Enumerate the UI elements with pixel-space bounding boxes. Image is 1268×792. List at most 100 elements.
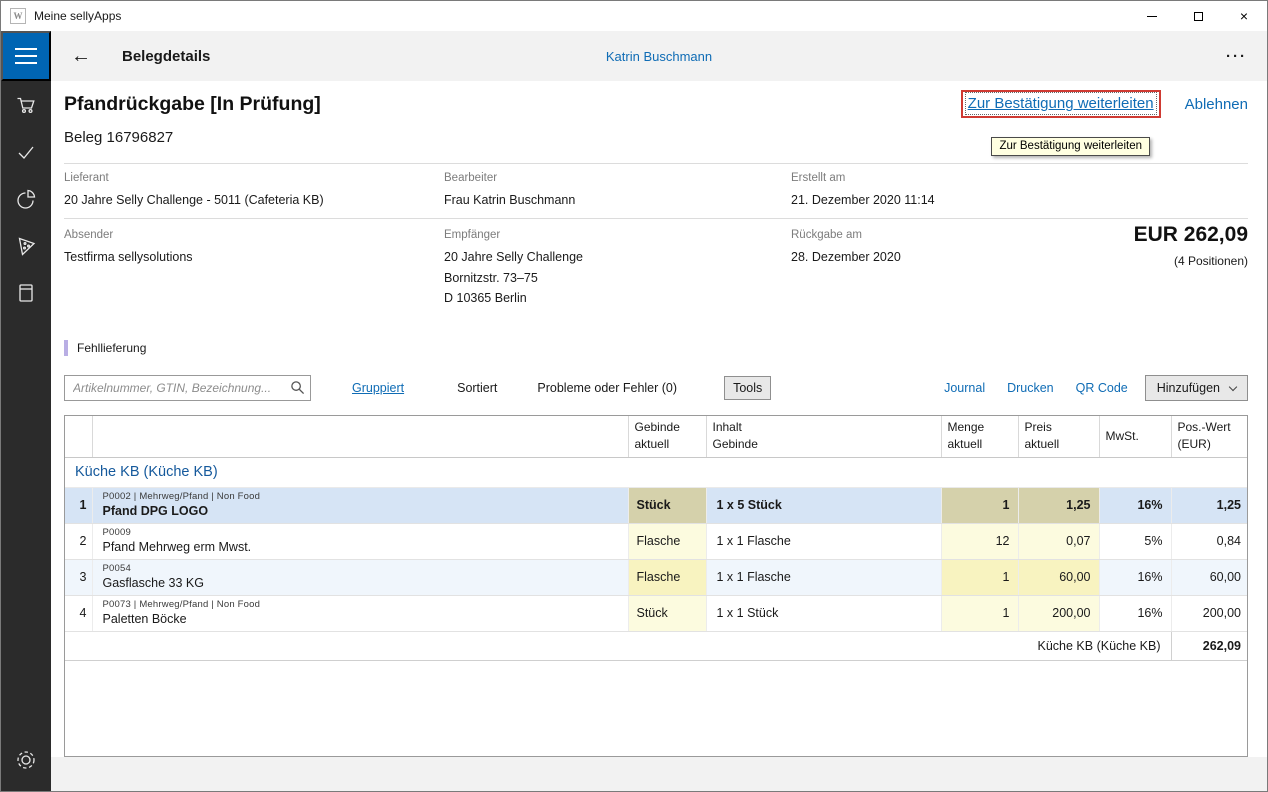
grouped-toggle[interactable]: Gruppiert bbox=[352, 381, 404, 395]
highlight-red-box: Zur Bestätigung weiterleiten bbox=[961, 90, 1161, 118]
gebinde-cell[interactable]: Stück bbox=[628, 595, 706, 631]
problems-filter[interactable]: Probleme oder Fehler (0) bbox=[537, 381, 677, 395]
field-value: Frau Katrin Buschmann bbox=[444, 190, 791, 211]
main-area: ← Belegdetails Katrin Buschmann ··· Pfan… bbox=[51, 31, 1267, 792]
col-article[interactable] bbox=[92, 416, 628, 457]
sorted-toggle[interactable]: Sortiert bbox=[457, 381, 497, 395]
gebinde-cell[interactable]: Flasche bbox=[628, 559, 706, 595]
mwst-cell: 16% bbox=[1099, 487, 1171, 523]
search-box bbox=[64, 375, 311, 401]
journal-link[interactable]: Journal bbox=[944, 381, 985, 395]
preis-cell[interactable]: 60,00 bbox=[1018, 559, 1099, 595]
user-link[interactable]: Katrin Buschmann bbox=[606, 49, 712, 64]
menge-cell[interactable]: 12 bbox=[941, 523, 1018, 559]
col-pos-wert[interactable]: Pos.-Wert (EUR) bbox=[1171, 416, 1248, 457]
settings-button[interactable] bbox=[1, 738, 51, 785]
group-total-value: 262,09 bbox=[1171, 631, 1248, 660]
back-button[interactable]: ← bbox=[71, 46, 91, 66]
bottom-strip bbox=[51, 757, 1267, 792]
tag-row: Fehllieferung bbox=[64, 339, 1248, 357]
pos-wert-cell: 60,00 bbox=[1171, 559, 1248, 595]
hamburger-menu-button[interactable] bbox=[1, 31, 51, 81]
field-value: 21. Dezember 2020 11:14 bbox=[791, 190, 1248, 211]
search-input[interactable] bbox=[64, 375, 311, 401]
mwst-cell: 5% bbox=[1099, 523, 1171, 559]
reject-link[interactable]: Ablehnen bbox=[1185, 96, 1248, 113]
group-total-row: Küche KB (Küche KB) 262,09 bbox=[65, 631, 1248, 660]
col-preis[interactable]: Preis aktuell bbox=[1018, 416, 1099, 457]
article-name: Pfand Mehrweg erm Mwst. bbox=[103, 540, 622, 554]
total-amount: EUR 262,09 bbox=[1134, 223, 1248, 247]
sidebar-item-reports[interactable] bbox=[1, 177, 51, 224]
book-icon bbox=[15, 282, 37, 307]
col-mwst[interactable]: MwSt. bbox=[1099, 416, 1171, 457]
preis-cell[interactable]: 1,25 bbox=[1018, 487, 1099, 523]
article-name: Pfand DPG LOGO bbox=[103, 504, 622, 518]
print-link[interactable]: Drucken bbox=[1007, 381, 1054, 395]
more-options-button[interactable]: ··· bbox=[1226, 48, 1247, 65]
content: Pfandrückgabe [In Prüfung] Beleg 1679682… bbox=[51, 81, 1267, 757]
app-window: W Meine sellyApps × bbox=[0, 0, 1268, 792]
window-title: Meine sellyApps bbox=[34, 9, 121, 23]
field-empfaenger: Empfänger 20 Jahre Selly Challenge Borni… bbox=[444, 229, 791, 331]
pizza-icon bbox=[15, 235, 37, 260]
sidebar-item-check[interactable] bbox=[1, 130, 51, 177]
field-absender: Absender Testfirma sellysolutions bbox=[64, 229, 444, 331]
pos-wert-cell: 1,25 bbox=[1171, 487, 1248, 523]
forward-for-confirmation-link[interactable]: Zur Bestätigung weiterleiten bbox=[968, 95, 1154, 112]
sidebar-item-food[interactable] bbox=[1, 224, 51, 271]
document-header: Pfandrückgabe [In Prüfung] Beleg 1679682… bbox=[64, 81, 1248, 164]
app-logo-icon: W bbox=[10, 8, 26, 24]
table-row[interactable]: 2 P0009 Pfand Mehrweg erm Mwst. Flasche … bbox=[65, 523, 1248, 559]
menge-cell[interactable]: 1 bbox=[941, 487, 1018, 523]
table-row[interactable]: 3 P0054 Gasflasche 33 KG Flasche 1 x 1 F… bbox=[65, 559, 1248, 595]
gear-icon bbox=[14, 748, 38, 775]
field-value: 20 Jahre Selly Challenge - 5011 (Cafeter… bbox=[64, 190, 444, 211]
article-name: Paletten Böcke bbox=[103, 612, 622, 626]
add-button[interactable]: Hinzufügen bbox=[1145, 375, 1248, 401]
inhalt-cell: 1 x 1 Flasche bbox=[706, 523, 941, 559]
field-label: Erstellt am bbox=[791, 172, 1248, 184]
search-icon bbox=[290, 380, 305, 400]
add-button-label: Hinzufügen bbox=[1157, 381, 1220, 395]
pos-wert-cell: 200,00 bbox=[1171, 595, 1248, 631]
field-label: Empfänger bbox=[444, 229, 791, 241]
field-value: Testfirma sellysolutions bbox=[64, 247, 444, 268]
tooltip: Zur Bestätigung weiterleiten bbox=[991, 137, 1150, 156]
gebinde-cell[interactable]: Stück bbox=[628, 487, 706, 523]
preis-cell[interactable]: 0,07 bbox=[1018, 523, 1099, 559]
group-header-label: Küche KB (Küche KB) bbox=[65, 457, 1248, 487]
col-number[interactable] bbox=[65, 416, 92, 457]
sidebar-item-catalog[interactable] bbox=[1, 271, 51, 318]
app-command-bar: ← Belegdetails Katrin Buschmann ··· bbox=[51, 31, 1267, 81]
col-gebinde[interactable]: Gebinde aktuell bbox=[628, 416, 706, 457]
close-button[interactable]: × bbox=[1221, 1, 1267, 31]
info-row-1: Lieferant 20 Jahre Selly Challenge - 501… bbox=[64, 164, 1248, 219]
group-header-row[interactable]: Küche KB (Küche KB) bbox=[65, 457, 1248, 487]
page-title: Belegdetails bbox=[122, 48, 210, 65]
sidebar-item-cart[interactable] bbox=[1, 83, 51, 130]
qr-code-link[interactable]: QR Code bbox=[1076, 381, 1128, 395]
preis-cell[interactable]: 200,00 bbox=[1018, 595, 1099, 631]
table-row[interactable]: 1 P0002 | Mehrweg/Pfand | Non Food Pfand… bbox=[65, 487, 1248, 523]
field-erstellt-am: Erstellt am 21. Dezember 2020 11:14 bbox=[791, 172, 1248, 218]
positions-table: Gebinde aktuell Inhalt Gebinde Menge akt… bbox=[64, 415, 1248, 757]
menge-cell[interactable]: 1 bbox=[941, 595, 1018, 631]
col-menge[interactable]: Menge aktuell bbox=[941, 416, 1018, 457]
table-row[interactable]: 4 P0073 | Mehrweg/Pfand | Non Food Palet… bbox=[65, 595, 1248, 631]
minimize-button[interactable] bbox=[1129, 1, 1175, 31]
tag-color-bar bbox=[64, 340, 68, 356]
gebinde-cell[interactable]: Flasche bbox=[628, 523, 706, 559]
hamburger-icon bbox=[15, 48, 37, 50]
article-cell: P0073 | Mehrweg/Pfand | Non Food Palette… bbox=[92, 595, 628, 631]
tools-button[interactable]: Tools bbox=[724, 376, 771, 400]
maximize-button[interactable] bbox=[1175, 1, 1221, 31]
field-label: Absender bbox=[64, 229, 444, 241]
col-inhalt[interactable]: Inhalt Gebinde bbox=[706, 416, 941, 457]
info-row-2: Absender Testfirma sellysolutions Empfän… bbox=[64, 219, 1248, 331]
close-icon: × bbox=[1240, 9, 1248, 23]
pie-chart-icon bbox=[15, 188, 37, 213]
menge-cell[interactable]: 1 bbox=[941, 559, 1018, 595]
tag-label: Fehllieferung bbox=[77, 341, 146, 355]
row-number: 2 bbox=[65, 523, 92, 559]
